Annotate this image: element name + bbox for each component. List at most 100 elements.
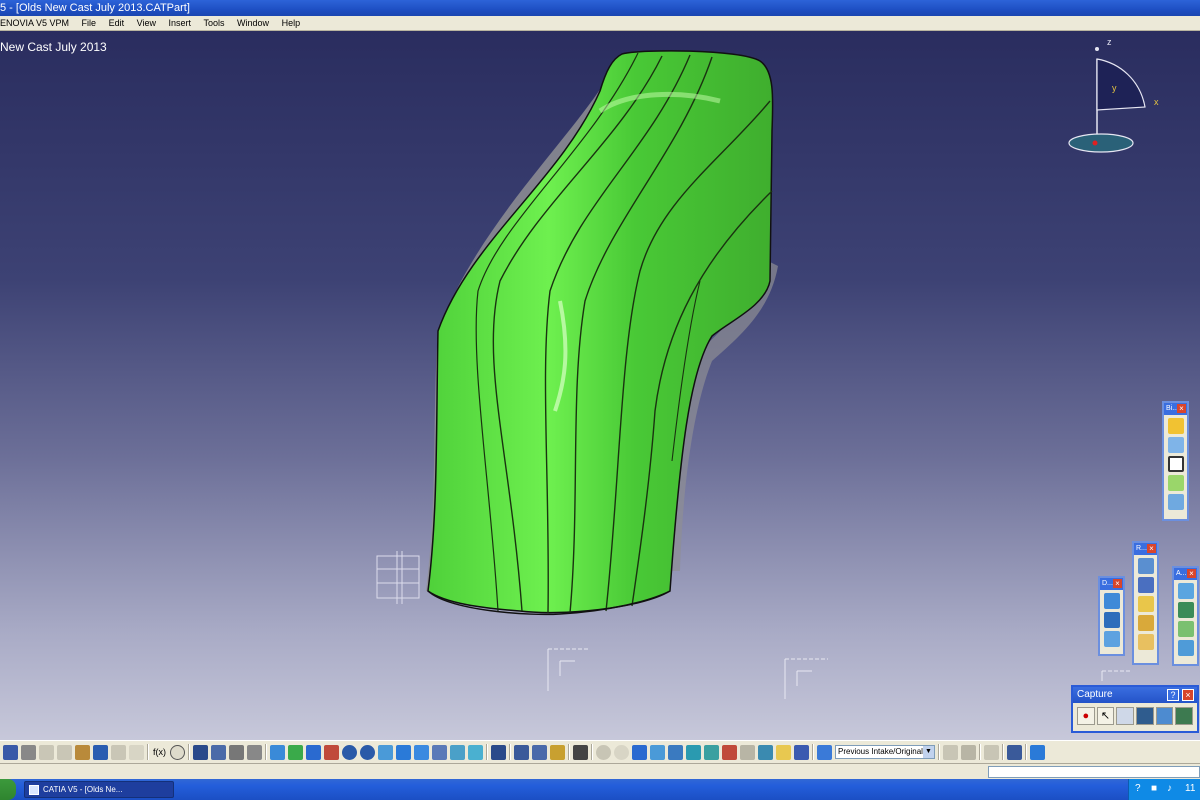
capture-image-button[interactable] (1155, 707, 1174, 725)
start-button[interactable] (0, 779, 16, 800)
floating-toolbar-r[interactable]: R... × (1132, 541, 1159, 665)
3d-viewport[interactable]: New Cast July 2013 z y x Bi... × R... × … (0, 31, 1200, 740)
list-icon[interactable] (247, 744, 262, 760)
plane-icon[interactable] (704, 744, 719, 760)
manipulate-icon[interactable] (614, 744, 629, 760)
tree-icon[interactable] (211, 744, 226, 760)
select-pointer-button[interactable]: ↖ (1096, 707, 1115, 725)
capture-panel[interactable]: Capture ? × ● ↖ (1071, 685, 1199, 733)
measure-item-icon[interactable] (532, 744, 547, 760)
record-button[interactable]: ● (1077, 707, 1095, 725)
painter-icon[interactable] (961, 744, 976, 760)
rotate-tool-icon[interactable] (1137, 558, 1154, 574)
draft-tool-icon[interactable] (1103, 593, 1120, 609)
grid-icon[interactable] (668, 744, 683, 760)
close-icon[interactable]: × (1187, 569, 1196, 578)
compass-icon[interactable]: z y x (1060, 35, 1180, 165)
menu-help[interactable]: Help (277, 16, 306, 31)
tools-palette-icon[interactable] (1030, 744, 1045, 760)
analysis-tool-4-icon[interactable] (1177, 640, 1194, 656)
menu-tools[interactable]: Tools (199, 16, 230, 31)
snap-icon[interactable] (596, 744, 611, 760)
grid-tool-icon[interactable] (1137, 577, 1154, 593)
frame-tool-icon[interactable] (1167, 456, 1184, 472)
paste-icon[interactable] (75, 744, 90, 760)
table-icon[interactable] (193, 744, 208, 760)
analysis-tool-icon[interactable] (1177, 583, 1194, 599)
swap-visible-icon[interactable] (468, 744, 483, 760)
formula-icon[interactable]: f(x) (152, 745, 167, 760)
capture-chart-button[interactable] (1175, 707, 1194, 725)
surface-tool-4-icon[interactable] (1167, 494, 1184, 510)
filter-icon[interactable] (758, 744, 773, 760)
comment-icon[interactable] (170, 744, 185, 760)
undo-icon[interactable] (93, 744, 108, 760)
taskbar-item-catia[interactable]: CATIA V5 - [Olds Ne... (24, 781, 174, 798)
draft-tool-2-icon[interactable] (1103, 612, 1120, 628)
layer-icon[interactable] (817, 744, 832, 760)
surface-tool-icon[interactable] (1167, 418, 1184, 434)
draft-tool-3-icon[interactable] (1103, 631, 1120, 647)
layer-select[interactable]: Previous Intake/Original ▼ (835, 745, 935, 759)
measure-icon[interactable] (514, 744, 529, 760)
camera-icon[interactable] (573, 744, 588, 760)
hide-show-icon[interactable] (450, 744, 465, 760)
menu-insert[interactable]: Insert (163, 16, 196, 31)
save-icon[interactable] (3, 744, 18, 760)
zoom-in-icon[interactable] (342, 744, 357, 760)
close-icon[interactable]: × (1113, 579, 1122, 588)
graphic-properties-icon[interactable] (943, 744, 958, 760)
knowledge-icon[interactable] (229, 744, 244, 760)
capture-3d-button[interactable] (1136, 707, 1154, 725)
menu-edit[interactable]: Edit (104, 16, 130, 31)
pan-icon[interactable] (306, 744, 321, 760)
copy-icon[interactable] (57, 744, 72, 760)
floating-toolbar-bi[interactable]: Bi... × (1162, 401, 1189, 521)
chevron-down-icon[interactable]: ▼ (923, 746, 934, 758)
part-tool-icon[interactable] (1137, 596, 1154, 612)
close-icon[interactable]: × (1182, 689, 1194, 701)
part-tool-2-icon[interactable] (1137, 615, 1154, 631)
floating-toolbar-a[interactable]: A... × (1172, 566, 1199, 666)
scan-icon[interactable] (722, 744, 737, 760)
print-icon[interactable] (21, 744, 36, 760)
menu-window[interactable]: Window (232, 16, 274, 31)
analysis-icon[interactable] (740, 744, 755, 760)
floating-toolbar-d[interactable]: D... × (1098, 576, 1125, 656)
axis-system-icon[interactable] (686, 744, 701, 760)
menu-view[interactable]: View (132, 16, 161, 31)
cast-part-model[interactable] (0, 31, 1200, 740)
catalog-icon[interactable] (491, 744, 506, 760)
close-icon[interactable]: × (1147, 544, 1156, 553)
iso-view-icon[interactable] (414, 744, 429, 760)
rotate-icon[interactable] (324, 744, 339, 760)
multi-view-icon[interactable] (396, 744, 411, 760)
command-input[interactable] (988, 766, 1200, 778)
help-icon[interactable]: ? (1167, 689, 1179, 701)
compass-tool-icon[interactable] (632, 744, 647, 760)
fit-all-icon[interactable] (288, 744, 303, 760)
highlight-icon[interactable] (776, 744, 791, 760)
surface-tool-2-icon[interactable] (1167, 437, 1184, 453)
menu-enovia[interactable]: ENOVIA V5 VPM (0, 16, 74, 31)
zoom-out-icon[interactable] (360, 744, 375, 760)
capture-options-button[interactable] (1116, 707, 1135, 725)
whats-this-icon[interactable] (129, 744, 144, 760)
fly-mode-icon[interactable] (270, 744, 285, 760)
close-icon[interactable]: × (1177, 404, 1186, 413)
network-tray-icon[interactable]: ■ (1151, 783, 1157, 794)
menu-file[interactable]: File (77, 16, 102, 31)
part-tool-3-icon[interactable] (1137, 634, 1154, 650)
help-tray-icon[interactable]: ? (1135, 783, 1141, 794)
measure-inertia-icon[interactable] (550, 744, 565, 760)
clock[interactable]: 11 (1185, 783, 1195, 794)
spell-icon[interactable] (984, 744, 999, 760)
work-on-support-icon[interactable] (650, 744, 665, 760)
analysis-tool-2-icon[interactable] (1177, 602, 1194, 618)
cut-icon[interactable] (39, 744, 54, 760)
volume-tray-icon[interactable]: ♪ (1167, 783, 1172, 794)
link-icon[interactable] (1007, 744, 1022, 760)
properties-icon[interactable] (794, 744, 809, 760)
redo-icon[interactable] (111, 744, 126, 760)
analysis-tool-3-icon[interactable] (1177, 621, 1194, 637)
